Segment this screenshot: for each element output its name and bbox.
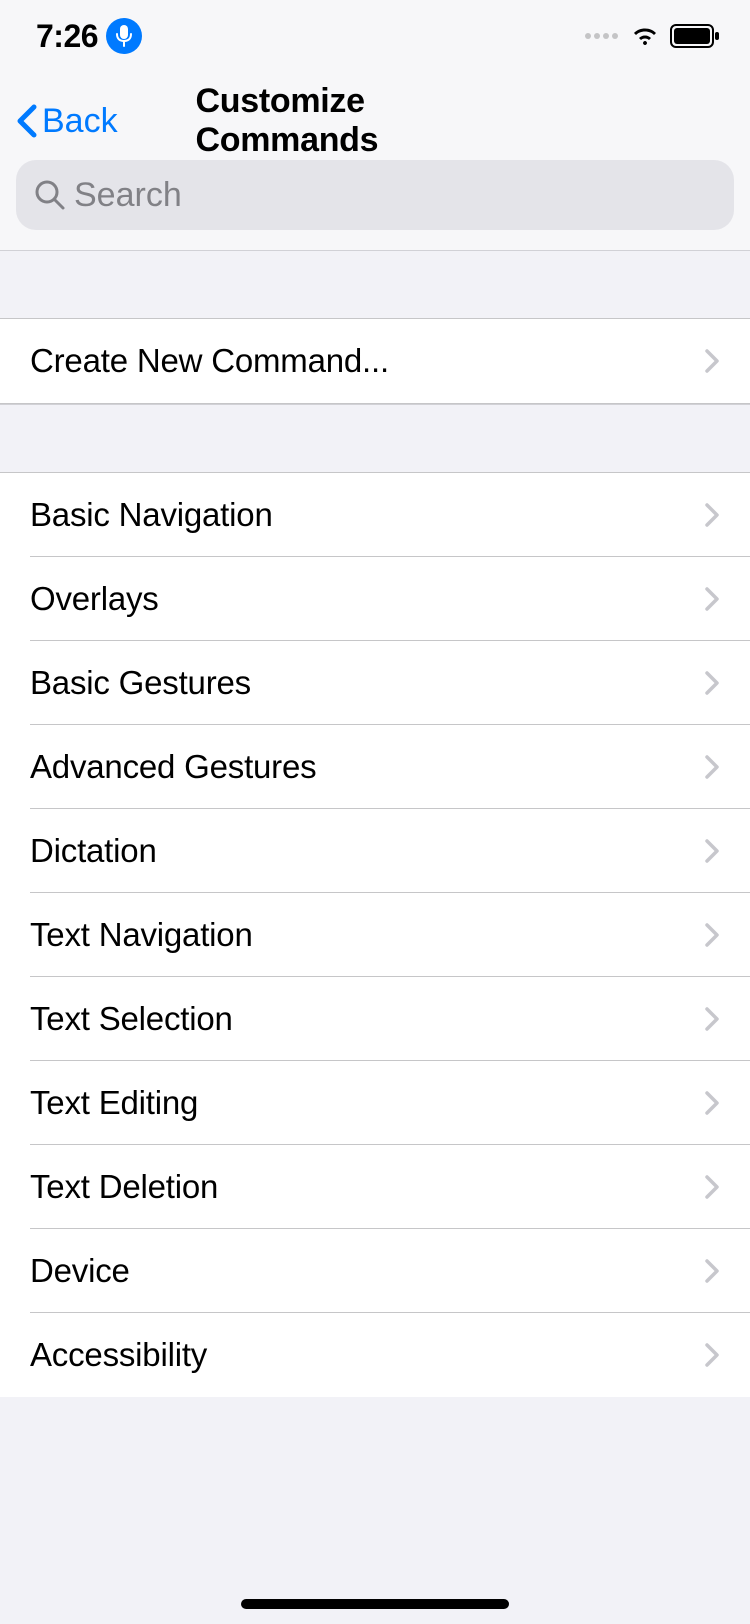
category-label: Basic Navigation: [30, 496, 273, 534]
category-row[interactable]: Accessibility: [0, 1313, 750, 1397]
chevron-right-icon: [705, 1091, 720, 1115]
search-bar[interactable]: [16, 160, 734, 230]
category-row[interactable]: Advanced Gestures: [0, 725, 750, 809]
search-icon: [34, 179, 66, 211]
chevron-right-icon: [705, 755, 720, 779]
category-label: Device: [30, 1252, 130, 1290]
chevron-right-icon: [705, 839, 720, 863]
chevron-right-icon: [705, 1007, 720, 1031]
chevron-right-icon: [705, 1343, 720, 1367]
status-right: [585, 24, 720, 48]
status-left: 7:26: [36, 18, 142, 55]
chevron-right-icon: [705, 503, 720, 527]
home-indicator[interactable]: [241, 1599, 509, 1609]
status-time: 7:26: [36, 18, 98, 55]
chevron-right-icon: [705, 587, 720, 611]
category-row[interactable]: Text Selection: [0, 977, 750, 1061]
categories-section: Basic Navigation Overlays Basic Gestures Ad…: [0, 472, 750, 1397]
create-new-command-label: Create New Command...: [30, 342, 389, 380]
wifi-icon: [630, 25, 660, 47]
search-container: [0, 152, 750, 250]
category-label: Text Selection: [30, 1000, 233, 1038]
create-new-command-row[interactable]: Create New Command...: [0, 319, 750, 403]
category-label: Advanced Gestures: [30, 748, 316, 786]
category-row[interactable]: Text Navigation: [0, 893, 750, 977]
back-button[interactable]: Back: [16, 102, 118, 141]
section-spacer: [0, 250, 750, 318]
chevron-right-icon: [705, 923, 720, 947]
status-bar: 7:26: [0, 0, 750, 72]
section-spacer: [0, 404, 750, 472]
cellular-dots-icon: [585, 33, 618, 39]
category-label: Text Editing: [30, 1084, 198, 1122]
create-command-section: Create New Command...: [0, 318, 750, 404]
page-title: Customize Commands: [196, 82, 555, 160]
chevron-right-icon: [705, 1175, 720, 1199]
chevron-left-icon: [16, 103, 38, 139]
category-row[interactable]: Basic Navigation: [0, 473, 750, 557]
chevron-right-icon: [705, 671, 720, 695]
navigation-bar: Back Customize Commands: [0, 72, 750, 152]
category-row[interactable]: Text Editing: [0, 1061, 750, 1145]
category-label: Dictation: [30, 832, 157, 870]
category-row[interactable]: Basic Gestures: [0, 641, 750, 725]
category-row[interactable]: Text Deletion: [0, 1145, 750, 1229]
category-row[interactable]: Overlays: [0, 557, 750, 641]
microphone-icon[interactable]: [106, 18, 142, 54]
category-label: Accessibility: [30, 1336, 207, 1374]
search-input[interactable]: [74, 176, 716, 215]
chevron-right-icon: [705, 1259, 720, 1283]
category-row[interactable]: Dictation: [0, 809, 750, 893]
category-label: Basic Gestures: [30, 664, 251, 702]
category-label: Text Deletion: [30, 1168, 218, 1206]
chevron-right-icon: [705, 349, 720, 373]
battery-icon: [670, 24, 720, 48]
back-label: Back: [42, 102, 118, 141]
category-label: Overlays: [30, 580, 159, 618]
category-label: Text Navigation: [30, 916, 253, 954]
category-row[interactable]: Device: [0, 1229, 750, 1313]
